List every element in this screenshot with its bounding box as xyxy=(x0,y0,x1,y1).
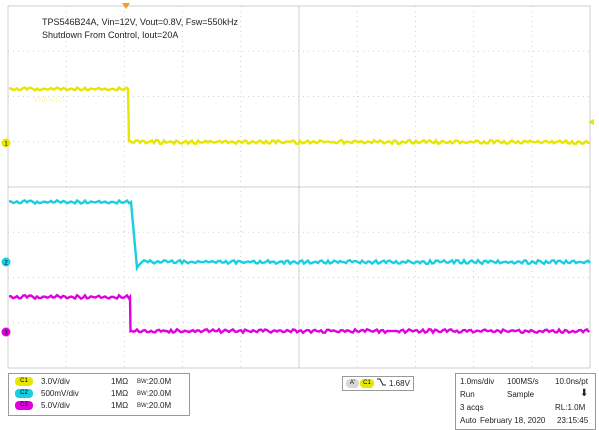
down-arrow-icon: ⬇ xyxy=(580,388,589,399)
title-line-1: TPS546B24A, Vin=12V, Vout=0.8V, Fsw=550k… xyxy=(42,17,239,27)
trigger-panel[interactable]: A' C1 1.68V xyxy=(342,376,414,391)
ch2-badge: C2 xyxy=(15,389,33,399)
acquisition-count: 3 acqs xyxy=(460,403,484,412)
ch3-bandwidth-label: BW:20.0M xyxy=(137,401,172,410)
ch2-settings-row[interactable]: C2 500mV/div 1MΩ BW:20.0M xyxy=(15,388,171,400)
trigger-source-a-badge: A' xyxy=(346,379,359,388)
ch2-trace-label: VOUT xyxy=(34,212,54,219)
timebase-panel[interactable]: 1.0ms/div 100MS/s 10.0ns/pt Run Sample ⬇… xyxy=(455,373,596,430)
time-per-div: 1.0ms/div xyxy=(460,377,495,386)
ch1-coupling: 1MΩ xyxy=(111,377,129,386)
time-resolution: 10.0ns/pt xyxy=(555,377,588,386)
acquisition-mode: Sample xyxy=(507,390,535,399)
capture-time: 23:15:45 xyxy=(557,416,589,425)
sample-rate: 100MS/s xyxy=(507,377,539,386)
trigger-mode: Auto xyxy=(460,416,477,425)
ch1-trace-label: EN/UVLO xyxy=(34,97,65,104)
ch1-bandwidth-label: BW:20.0M xyxy=(137,377,172,386)
ch2-ground-marker[interactable]: 2 xyxy=(1,257,11,267)
ch3-ground-marker[interactable]: 3 xyxy=(1,327,11,337)
ch3-badge: C3 xyxy=(15,401,33,411)
trigger-channel-badge: C1 xyxy=(360,379,374,388)
scope-display: TPS546B24A, Vin=12V, Vout=0.8V, Fsw=550k… xyxy=(1,3,594,369)
capture-date: February 18, 2020 xyxy=(480,416,546,425)
ch1-settings-row[interactable]: C1 3.0V/div 1MΩ BW:20.0M xyxy=(15,376,171,388)
title-line-2: Shutdown From Control, Iout=20A xyxy=(42,30,178,40)
ch3-trace-label: PGOOD xyxy=(34,312,60,319)
ch2-coupling: 1MΩ xyxy=(111,389,129,398)
acquisition-state: Run xyxy=(460,390,475,399)
ch3-scale: 5.0V/div xyxy=(41,401,70,410)
falling-edge-icon xyxy=(377,377,386,389)
record-length: RL:1.0M xyxy=(555,403,586,412)
ch1-ground-marker[interactable]: 1 xyxy=(1,138,11,148)
ch1-scale: 3.0V/div xyxy=(41,377,70,386)
ch3-settings-row[interactable]: C3 5.0V/div 1MΩ BW:20.0M xyxy=(15,400,171,412)
ch3-coupling: 1MΩ xyxy=(111,401,129,410)
channel-settings-panel: C1 3.0V/div 1MΩ BW:20.0M C2 500mV/div 1M… xyxy=(8,373,190,416)
ch2-scale: 500mV/div xyxy=(41,389,79,398)
ch1-badge: C1 xyxy=(15,377,33,387)
ch2-bandwidth-label: BW:20.0M xyxy=(137,389,172,398)
trigger-level: 1.68V xyxy=(389,379,410,388)
